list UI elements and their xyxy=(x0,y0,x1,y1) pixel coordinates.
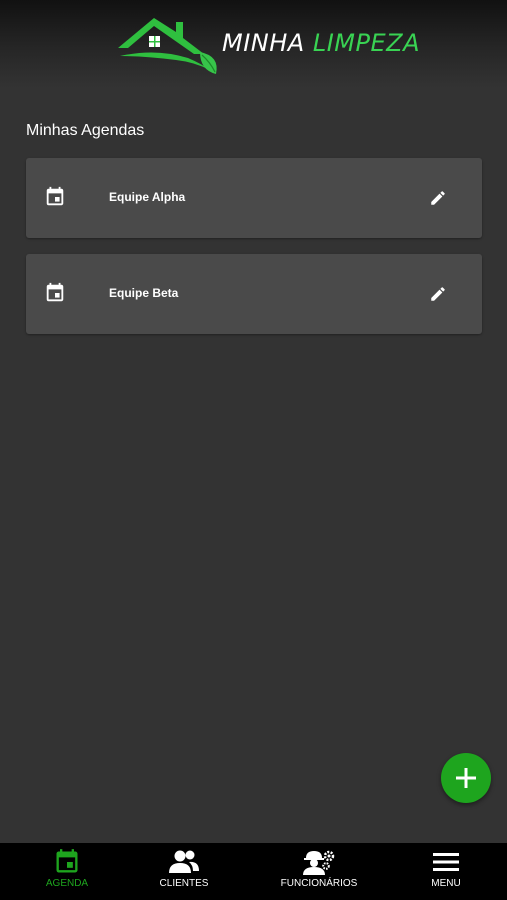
nav-item-clientes[interactable]: CLIENTES xyxy=(150,843,218,900)
app-logo: MINHA LIMPEZA xyxy=(116,12,420,74)
calendar-icon xyxy=(46,282,64,302)
agenda-name: Equipe Alpha xyxy=(109,190,186,204)
header: MINHA LIMPEZA xyxy=(0,0,507,88)
logo-word-limpeza: LIMPEZA xyxy=(312,29,420,57)
hamburger-menu-icon xyxy=(433,853,459,871)
bottom-navigation: AGENDA CLIENTES FUNCIONÁRIOS MENU xyxy=(0,843,507,900)
add-agenda-button[interactable] xyxy=(441,753,491,803)
people-icon xyxy=(169,850,199,873)
logo-wordmark: MINHA LIMPEZA xyxy=(222,29,420,57)
worker-gear-icon xyxy=(303,850,335,875)
agenda-name: Equipe Beta xyxy=(109,286,179,300)
edit-pencil-icon[interactable] xyxy=(429,285,447,303)
nav-label: CLIENTES xyxy=(159,878,209,889)
logo-word-minha: MINHA xyxy=(222,29,305,57)
house-roof-leaf-icon xyxy=(118,18,217,74)
agenda-card-alpha[interactable]: Equipe Alpha xyxy=(26,158,482,238)
nav-label: MENU xyxy=(431,878,461,889)
calendar-icon xyxy=(56,849,78,873)
page-title: Minhas Agendas xyxy=(26,122,145,139)
edit-pencil-icon[interactable] xyxy=(429,189,447,207)
plus-icon xyxy=(456,768,476,788)
nav-label: FUNCIONÁRIOS xyxy=(280,878,358,889)
agenda-card-beta[interactable]: Equipe Beta xyxy=(26,254,482,334)
nav-label: AGENDA xyxy=(45,878,89,889)
nav-item-funcionarios[interactable]: FUNCIONÁRIOS xyxy=(276,843,362,900)
nav-item-menu[interactable]: MENU xyxy=(420,843,472,900)
nav-item-agenda[interactable]: AGENDA xyxy=(36,843,98,900)
calendar-icon xyxy=(46,186,64,206)
app-screen: MINHA LIMPEZA Minhas Agendas Equipe Alph… xyxy=(0,0,507,900)
